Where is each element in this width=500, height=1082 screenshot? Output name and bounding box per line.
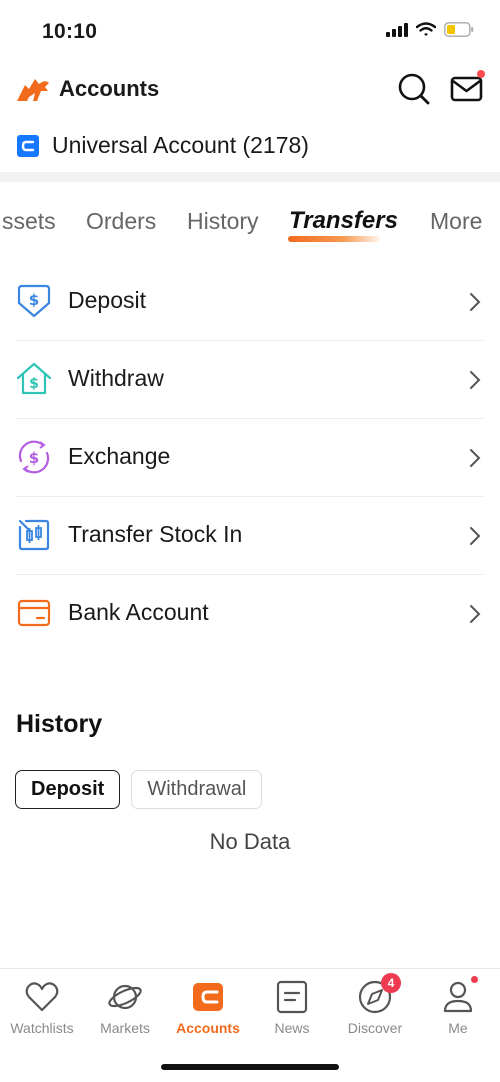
chevron-right-icon bbox=[470, 371, 481, 389]
header: Accounts bbox=[0, 62, 500, 117]
nav-accounts[interactable]: Accounts bbox=[166, 979, 250, 1036]
transfer-menu: $ Deposit $ Withdraw $ Exchange Transfer… bbox=[0, 263, 500, 653]
news-icon bbox=[276, 980, 308, 1014]
heart-icon bbox=[25, 982, 59, 1012]
nav-label: Accounts bbox=[176, 1020, 240, 1036]
status-time: 10:10 bbox=[42, 20, 98, 43]
menu-item-exchange[interactable]: $ Exchange bbox=[0, 419, 500, 497]
home-indicator bbox=[161, 1064, 339, 1070]
menu-label: Bank Account bbox=[68, 599, 209, 625]
withdraw-icon: $ bbox=[16, 362, 52, 395]
history-tab-deposit[interactable]: Deposit bbox=[15, 770, 121, 809]
menu-item-withdraw[interactable]: $ Withdraw bbox=[0, 341, 500, 419]
nav-markets[interactable]: Markets bbox=[83, 979, 167, 1036]
menu-item-deposit[interactable]: $ Deposit bbox=[0, 263, 500, 341]
tab-assets[interactable]: ssets bbox=[2, 208, 56, 235]
menu-item-bank-account[interactable]: Bank Account bbox=[0, 575, 500, 653]
menu-label: Deposit bbox=[68, 287, 146, 313]
tab-orders[interactable]: Orders bbox=[86, 208, 156, 235]
menu-item-transfer-stock-in[interactable]: Transfer Stock In bbox=[0, 497, 500, 575]
page-title: Accounts bbox=[59, 76, 160, 101]
active-tab-indicator bbox=[288, 236, 380, 242]
nav-watchlists[interactable]: Watchlists bbox=[0, 979, 84, 1036]
notification-dot bbox=[477, 70, 485, 78]
person-icon bbox=[443, 981, 473, 1013]
account-name: Universal Account (2178) bbox=[52, 132, 309, 158]
signal-icon bbox=[386, 22, 408, 37]
chevron-right-icon bbox=[470, 449, 481, 467]
empty-state-text: No Data bbox=[209, 829, 291, 854]
wallet-icon bbox=[193, 983, 223, 1011]
history-title: History bbox=[16, 710, 103, 738]
nav-label: Discover bbox=[347, 1020, 403, 1036]
section-divider bbox=[0, 172, 500, 182]
nav-label: Me bbox=[448, 1020, 468, 1036]
discover-badge: 4 bbox=[381, 973, 401, 993]
messages-button[interactable] bbox=[449, 70, 487, 106]
chevron-right-icon bbox=[470, 605, 481, 623]
tab-transfers[interactable]: Transfers bbox=[289, 207, 398, 235]
svg-text:$: $ bbox=[29, 376, 39, 392]
notification-dot bbox=[471, 976, 478, 983]
nav-me[interactable]: Me bbox=[416, 976, 500, 1036]
svg-text:$: $ bbox=[29, 291, 39, 309]
chevron-right-icon bbox=[470, 527, 481, 545]
tab-more[interactable]: More bbox=[430, 208, 482, 235]
history-tab-withdrawal[interactable]: Withdrawal bbox=[131, 770, 263, 809]
status-icons bbox=[386, 22, 474, 37]
account-tabs: ssets Orders History Transfers More bbox=[0, 194, 500, 250]
menu-label: Withdraw bbox=[68, 365, 164, 391]
universal-account-icon bbox=[17, 135, 39, 157]
tab-history[interactable]: History bbox=[187, 208, 259, 235]
battery-icon bbox=[444, 22, 474, 37]
wifi-icon bbox=[416, 22, 436, 36]
menu-label: Exchange bbox=[68, 443, 171, 469]
menu-label: Transfer Stock In bbox=[68, 521, 243, 547]
nav-label: News bbox=[274, 1020, 310, 1036]
nav-label: Markets bbox=[100, 1020, 150, 1036]
brand-logo-icon bbox=[17, 79, 49, 101]
search-button[interactable] bbox=[396, 71, 432, 107]
chevron-right-icon bbox=[470, 293, 481, 311]
deposit-icon: $ bbox=[17, 284, 51, 318]
bank-account-icon bbox=[17, 599, 51, 627]
nav-news[interactable]: News bbox=[250, 979, 334, 1036]
history-filter-tabs: Deposit Withdrawal bbox=[15, 770, 263, 809]
nav-label: Watchlists bbox=[10, 1020, 74, 1036]
transfer-stock-icon bbox=[18, 519, 50, 551]
search-icon bbox=[398, 73, 430, 105]
planet-icon bbox=[108, 984, 142, 1010]
status-bar: 10:10 bbox=[0, 0, 500, 62]
nav-discover[interactable]: 4 Discover bbox=[333, 973, 417, 1036]
svg-text:$: $ bbox=[29, 449, 39, 467]
exchange-icon: $ bbox=[18, 440, 50, 474]
account-selector[interactable]: Universal Account (2178) bbox=[0, 124, 500, 170]
